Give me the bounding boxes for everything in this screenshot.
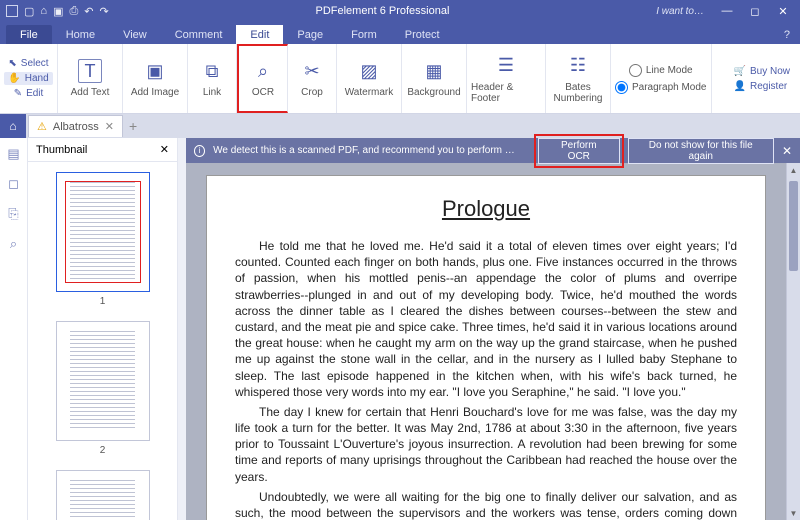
- scroll-down-arrow[interactable]: ▼: [787, 506, 800, 520]
- watermark-icon: ▨: [357, 59, 381, 83]
- scroll-up-arrow[interactable]: ▲: [787, 163, 800, 177]
- cart-icon: 🛒: [734, 66, 746, 77]
- document-paragraph: The day I knew for certain that Henri Bo…: [235, 404, 737, 485]
- content-area: i We detect this is a scanned PDF, and r…: [186, 138, 800, 520]
- bookmark-rail-icon[interactable]: ◻: [8, 176, 19, 192]
- attachment-rail-icon[interactable]: ⎘: [8, 206, 18, 222]
- ribbon: ⬉Select ✋Hand ✎Edit TAdd Text ▣Add Image…: [0, 44, 800, 114]
- header-footer-button[interactable]: ☰Header & Footer: [471, 54, 541, 104]
- info-icon: i: [194, 145, 205, 157]
- notice-close-icon[interactable]: ✕: [782, 144, 792, 158]
- new-file-icon[interactable]: ▢: [24, 5, 34, 18]
- menu-home[interactable]: Home: [52, 25, 109, 44]
- new-tab-button[interactable]: +: [129, 118, 137, 134]
- ribbon-right-group: 🛒Buy Now 👤Register: [724, 44, 800, 113]
- close-button[interactable]: ✕: [770, 2, 796, 20]
- document-tab-label: Albatross: [53, 121, 99, 133]
- paragraph-mode-radio[interactable]: Paragraph Mode: [615, 81, 707, 94]
- undo-icon[interactable]: ↶: [84, 5, 93, 18]
- menu-bar: File Home View Comment Edit Page Form Pr…: [0, 22, 800, 44]
- ribbon-select-group: ⬉Select ✋Hand ✎Edit: [0, 44, 58, 113]
- open-file-icon[interactable]: ⌂: [40, 5, 47, 17]
- print-icon[interactable]: ⎙: [69, 5, 78, 18]
- thumbnail-panel-title: Thumbnail: [36, 144, 87, 156]
- thumbnail-list: 1 2 3: [28, 162, 177, 520]
- menu-page[interactable]: Page: [283, 25, 337, 44]
- redo-icon[interactable]: ↷: [100, 5, 109, 18]
- add-image-button[interactable]: ▣Add Image: [127, 59, 183, 98]
- edit-mode-group: Line Mode Paragraph Mode: [611, 44, 712, 113]
- thumbnail-panel-close-icon[interactable]: ✕: [160, 143, 169, 156]
- search-rail-icon[interactable]: ⌕: [10, 236, 17, 252]
- thumbnail-panel: Thumbnail ✕ 1 2 3: [28, 138, 178, 520]
- hand-tool[interactable]: ✋Hand: [4, 72, 52, 85]
- header-footer-icon: ☰: [494, 54, 518, 78]
- ocr-button[interactable]: ⌕OCR: [243, 59, 283, 98]
- ocr-notice-bar: i We detect this is a scanned PDF, and r…: [186, 138, 800, 163]
- buy-now-link[interactable]: 🛒Buy Now: [734, 66, 790, 77]
- menu-comment[interactable]: Comment: [161, 25, 237, 44]
- register-link[interactable]: 👤Register: [734, 81, 790, 92]
- crop-icon: ✂: [300, 59, 324, 83]
- scroll-thumb[interactable]: [789, 181, 798, 271]
- vertical-scrollbar[interactable]: ▲ ▼: [786, 163, 800, 520]
- add-text-button[interactable]: TAdd Text: [62, 59, 118, 98]
- i-want-to-field[interactable]: I want to…: [656, 6, 704, 17]
- warning-icon: ⚠: [37, 120, 47, 133]
- document-heading: Prologue: [235, 196, 737, 222]
- background-icon: ▦: [422, 59, 446, 83]
- watermark-button[interactable]: ▨Watermark: [341, 59, 397, 98]
- link-icon: ⧉: [200, 59, 224, 83]
- thumbnail-rail-icon[interactable]: ▤: [7, 146, 19, 162]
- title-bar: ▢ ⌂ ▣ ⎙ ↶ ↷ PDFelement 6 Professional I …: [0, 0, 800, 22]
- help-icon[interactable]: ?: [784, 29, 790, 44]
- menu-file[interactable]: File: [6, 25, 52, 44]
- perform-ocr-button[interactable]: Perform OCR: [538, 138, 620, 164]
- menu-protect[interactable]: Protect: [391, 25, 454, 44]
- select-tool[interactable]: ⬉Select: [4, 57, 52, 70]
- cursor-icon: ⬉: [8, 58, 16, 69]
- line-mode-radio[interactable]: Line Mode: [629, 64, 693, 77]
- page-viewport[interactable]: Prologue He told me that he loved me. He…: [186, 163, 786, 520]
- ocr-icon: ⌕: [251, 59, 275, 83]
- thumbnail-scrollbar[interactable]: [178, 138, 186, 520]
- bates-numbering-button[interactable]: ☷Bates Numbering: [550, 54, 606, 104]
- app-icon: [6, 5, 18, 17]
- hand-icon: ✋: [8, 73, 20, 84]
- text-icon: T: [78, 59, 102, 83]
- quick-access-toolbar: ▢ ⌂ ▣ ⎙ ↶ ↷: [6, 5, 109, 18]
- document-tab-strip: ⌂ ⚠ Albatross ✕ +: [0, 114, 800, 138]
- pencil-icon: ✎: [14, 88, 22, 99]
- bates-icon: ☷: [566, 54, 590, 78]
- menu-view[interactable]: View: [109, 25, 161, 44]
- work-area: ▤ ◻ ⎘ ⌕ Thumbnail ✕ 1 2 3 i We detect th…: [0, 138, 800, 520]
- app-title: PDFelement 6 Professional: [109, 5, 656, 17]
- dismiss-ocr-button[interactable]: Do not show for this file again: [628, 138, 774, 164]
- user-icon: 👤: [734, 81, 746, 92]
- image-icon: ▣: [143, 59, 167, 83]
- link-button[interactable]: ⧉Link: [192, 59, 232, 98]
- document-paragraph: He told me that he loved me. He'd said i…: [235, 238, 737, 400]
- minimize-button[interactable]: —: [714, 2, 740, 20]
- document-paragraph: Undoubtedly, we were all waiting for the…: [235, 489, 737, 520]
- edit-tool[interactable]: ✎Edit: [10, 87, 48, 100]
- tab-home-button[interactable]: ⌂: [0, 114, 26, 138]
- ocr-notice-message: We detect this is a scanned PDF, and rec…: [213, 145, 522, 156]
- background-button[interactable]: ▦Background: [406, 59, 462, 98]
- menu-form[interactable]: Form: [337, 25, 391, 44]
- save-icon[interactable]: ▣: [53, 5, 63, 18]
- thumbnail-page[interactable]: 1: [42, 172, 163, 307]
- tab-close-icon[interactable]: ✕: [105, 120, 114, 133]
- left-rail: ▤ ◻ ⎘ ⌕: [0, 138, 28, 520]
- menu-edit[interactable]: Edit: [236, 25, 283, 44]
- document-page: Prologue He told me that he loved me. He…: [206, 175, 766, 520]
- thumbnail-page[interactable]: 2: [42, 321, 163, 456]
- thumbnail-page[interactable]: 3: [42, 470, 163, 520]
- crop-button[interactable]: ✂Crop: [292, 59, 332, 98]
- maximize-button[interactable]: ◻: [742, 2, 768, 20]
- document-tab[interactable]: ⚠ Albatross ✕: [28, 115, 123, 137]
